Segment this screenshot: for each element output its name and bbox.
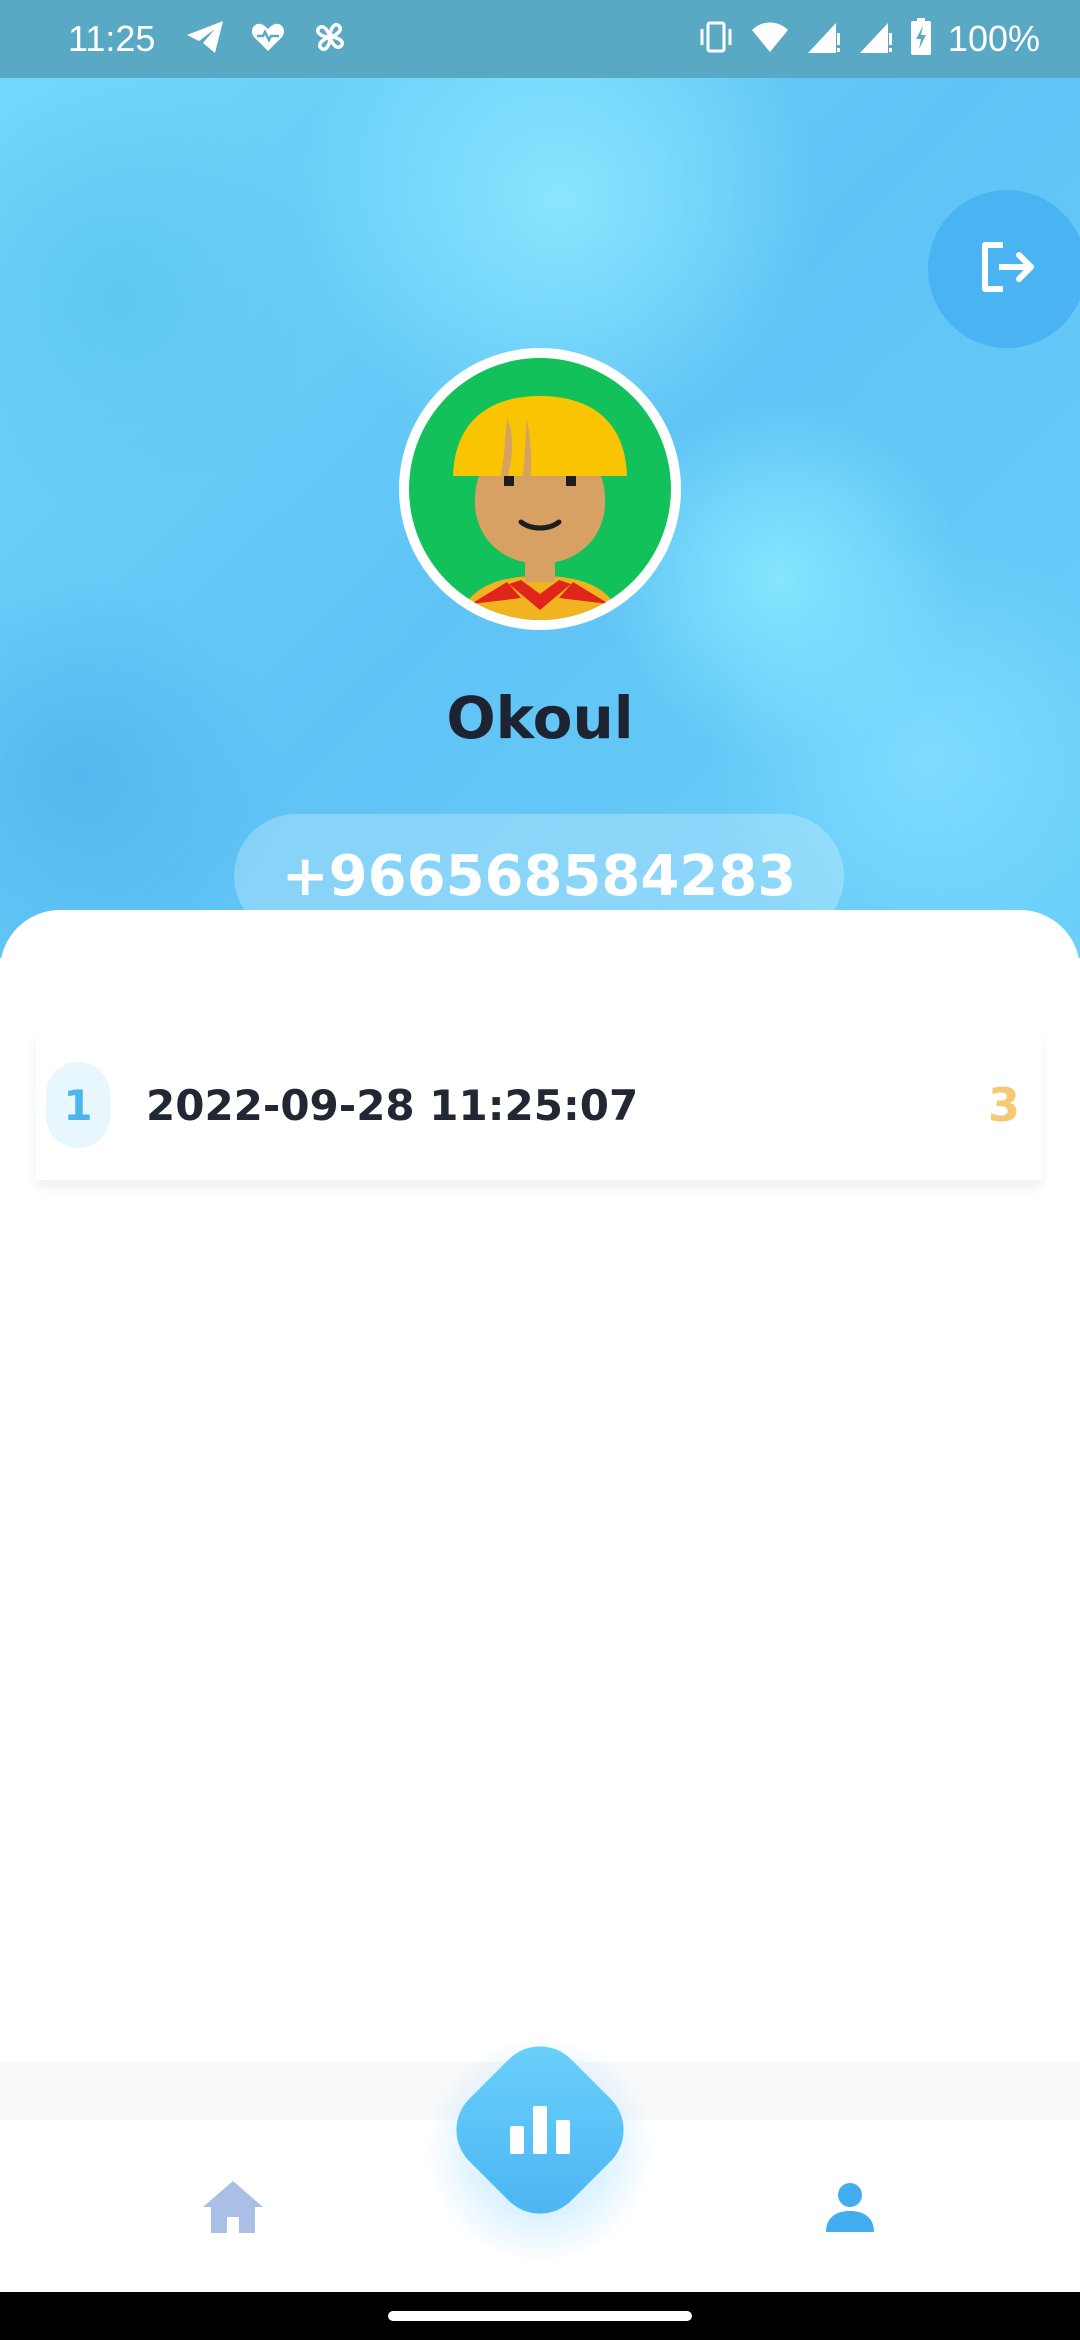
profile-header: Okoul +966568584283 — [0, 78, 1080, 958]
status-notification-icons — [185, 18, 349, 60]
status-bar: 11:25 100% — [0, 0, 1080, 78]
logout-button[interactable] — [928, 190, 1080, 348]
home-icon — [203, 2181, 263, 2233]
stats-icon — [510, 2106, 570, 2154]
row-score: 3 — [987, 1078, 1020, 1132]
status-time: 11:25 — [68, 18, 156, 59]
row-index-badge: 1 — [46, 1062, 110, 1148]
user-name: Okoul — [446, 684, 634, 752]
battery-percent: 100% — [947, 18, 1040, 59]
nav-profile-button[interactable] — [812, 2172, 888, 2242]
gesture-handle[interactable] — [388, 2311, 692, 2321]
vibrate-icon — [698, 19, 734, 59]
status-system-icons: 100% — [698, 18, 1040, 60]
history-row[interactable]: 1 2022-09-28 11:25:07 3 — [36, 1030, 1042, 1180]
signal-icon — [858, 19, 894, 59]
avatar-illustration — [409, 358, 671, 620]
row-date: 2022-09-28 11:25:07 — [146, 1080, 639, 1130]
avatar — [399, 348, 681, 630]
telegram-icon — [185, 19, 225, 59]
wifi-icon — [750, 20, 790, 58]
signal-icon — [806, 19, 842, 59]
profile-icon — [826, 2183, 874, 2232]
logout-icon — [977, 239, 1037, 299]
nav-home-button[interactable] — [195, 2172, 271, 2242]
fan-icon — [311, 18, 349, 60]
battery-charging-icon — [910, 18, 932, 60]
health-icon — [251, 21, 285, 57]
